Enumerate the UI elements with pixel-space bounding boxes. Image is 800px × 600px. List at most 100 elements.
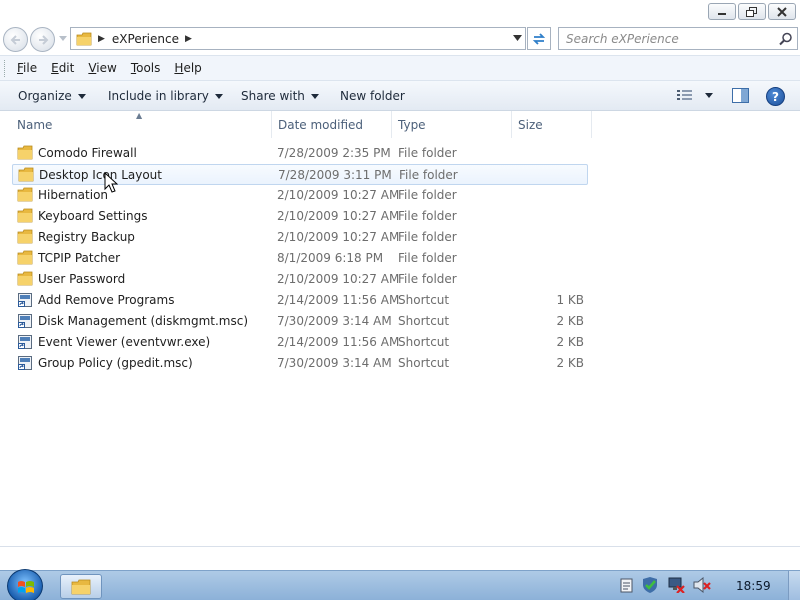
help-icon[interactable]: ? xyxy=(766,87,785,106)
file-name: Hibernation xyxy=(38,188,109,202)
column-header-name[interactable]: Name xyxy=(11,111,272,138)
menu-bar: File Edit View Tools Help xyxy=(0,55,800,81)
breadcrumb-current[interactable]: eXPerience xyxy=(112,32,179,46)
file-name: Desktop Icon Layout xyxy=(39,168,162,182)
preview-pane-icon[interactable] xyxy=(732,88,749,103)
file-type: File folder xyxy=(398,146,457,160)
show-desktop-button[interactable] xyxy=(788,571,800,600)
chevron-down-icon xyxy=(310,93,319,99)
file-row[interactable]: Hibernation 2/10/2009 10:27 AM File folder xyxy=(12,185,588,206)
file-row[interactable]: Event Viewer (eventvwr.exe) 2/14/2009 11:… xyxy=(12,332,588,353)
include-label: Include in library xyxy=(108,89,209,103)
folder-icon xyxy=(17,229,33,247)
menu-file[interactable]: File xyxy=(10,61,44,75)
folder-icon xyxy=(17,145,33,163)
menu-grip xyxy=(4,59,6,77)
notes-tray-icon[interactable] xyxy=(620,578,633,593)
file-row[interactable]: Add Remove Programs 2/14/2009 11:56 AM Sho… xyxy=(12,290,588,311)
address-bar[interactable]: ▶ eXPerience ▶ xyxy=(70,27,526,50)
search-box[interactable] xyxy=(558,27,798,50)
file-size: 2 KB xyxy=(556,335,584,349)
file-row[interactable]: TCPIP Patcher 8/1/2009 6:18 PM File folder xyxy=(12,248,588,269)
file-date-modified: 7/30/2009 3:14 AM xyxy=(277,356,392,370)
title-bar xyxy=(0,0,800,24)
menu-edit[interactable]: Edit xyxy=(44,61,81,75)
network-tray-icon[interactable] xyxy=(667,577,685,593)
minimize-button[interactable] xyxy=(708,3,736,20)
windows-logo-icon xyxy=(18,581,34,593)
column-header-size[interactable]: Size xyxy=(512,111,592,138)
explorer-icon xyxy=(71,579,91,594)
change-view-button[interactable] xyxy=(677,89,713,101)
file-type: Shortcut xyxy=(398,314,450,328)
restore-button[interactable] xyxy=(738,3,766,20)
file-type: File folder xyxy=(398,230,457,244)
file-date-modified: 2/14/2009 11:56 AM xyxy=(277,293,400,307)
command-bar: Organize Include in library Share with N… xyxy=(0,81,800,111)
file-date-modified: 2/10/2009 10:27 AM xyxy=(277,272,400,286)
new-folder-label: New folder xyxy=(340,89,405,103)
file-row[interactable]: Keyboard Settings 2/10/2009 10:27 AM File … xyxy=(12,206,588,227)
menu-help-label: elp xyxy=(183,61,202,75)
address-dropdown-icon[interactable] xyxy=(513,35,522,41)
file-row[interactable]: User Password 2/10/2009 10:27 AM File fold… xyxy=(12,269,588,290)
file-name: Event Viewer (eventvwr.exe) xyxy=(38,335,211,349)
organize-button[interactable]: Organize xyxy=(18,89,86,103)
folder-icon xyxy=(17,271,33,289)
column-headers: ▲ Name Date modified Type Size xyxy=(0,111,800,138)
menu-tools[interactable]: Tools xyxy=(124,61,168,75)
forward-arrow-icon xyxy=(38,34,48,45)
column-header-type[interactable]: Type xyxy=(392,111,512,138)
restore-icon xyxy=(746,6,757,17)
caption-buttons xyxy=(708,3,796,20)
file-type: Shortcut xyxy=(398,356,450,370)
close-button[interactable] xyxy=(768,3,796,20)
file-name: Registry Backup xyxy=(38,230,135,244)
close-icon xyxy=(777,6,787,17)
volume-muted-tray-icon[interactable] xyxy=(693,577,711,593)
file-size: 1 KB xyxy=(556,293,584,307)
search-icon[interactable] xyxy=(779,32,793,46)
breadcrumb-arrow-icon[interactable]: ▶ xyxy=(185,34,192,44)
recent-pages-dropdown-icon[interactable] xyxy=(59,36,67,41)
file-row[interactable]: Registry Backup 2/10/2009 10:27 AM File fo… xyxy=(12,227,588,248)
taskbar-clock[interactable]: 18:59 xyxy=(736,579,771,593)
column-header-date[interactable]: Date modified xyxy=(272,111,392,138)
menu-help[interactable]: Help xyxy=(167,61,208,75)
file-row[interactable]: Disk Management (diskmgmt.msc) 7/30/2009 … xyxy=(12,311,588,332)
refresh-icon xyxy=(532,32,546,45)
file-name: Add Remove Programs xyxy=(38,293,175,307)
breadcrumb-arrow-icon[interactable]: ▶ xyxy=(98,34,105,44)
file-size: 2 KB xyxy=(556,356,584,370)
taskbar-explorer-button[interactable] xyxy=(60,574,102,599)
shortcut-icon xyxy=(17,313,33,332)
menu-view[interactable]: View xyxy=(81,61,123,75)
file-type: Shortcut xyxy=(398,335,450,349)
folder-icon xyxy=(17,250,33,268)
menu-file-label: ile xyxy=(23,61,38,75)
forward-button[interactable] xyxy=(30,27,55,52)
share-with-button[interactable]: Share with xyxy=(241,89,319,103)
file-row[interactable]: Group Policy (gpedit.msc) 7/30/2009 3:14 … xyxy=(12,353,588,374)
file-date-modified: 2/10/2009 10:27 AM xyxy=(277,209,400,223)
menu-edit-label: dit xyxy=(58,61,75,75)
chevron-down-icon[interactable] xyxy=(705,92,713,98)
refresh-button[interactable] xyxy=(527,27,551,50)
file-type: File folder xyxy=(398,188,457,202)
file-type: File folder xyxy=(399,168,458,182)
file-row[interactable]: Desktop Icon Layout 7/28/2009 3:11 PM File… xyxy=(12,164,588,185)
folder-icon xyxy=(18,167,34,185)
file-name: User Password xyxy=(38,272,126,286)
file-row[interactable]: Comodo Firewall 7/28/2009 2:35 PM File fol… xyxy=(12,143,588,164)
back-arrow-icon xyxy=(10,34,20,45)
start-button[interactable] xyxy=(7,569,43,600)
search-input[interactable] xyxy=(566,31,766,46)
system-tray xyxy=(620,577,711,593)
security-shield-tray-icon[interactable] xyxy=(641,577,659,593)
menu-tools-label: ools xyxy=(136,61,161,75)
include-in-library-button[interactable]: Include in library xyxy=(108,89,223,103)
details-view-icon xyxy=(677,90,692,100)
new-folder-button[interactable]: New folder xyxy=(340,89,405,103)
minimize-icon xyxy=(718,12,726,15)
back-button[interactable] xyxy=(3,27,28,52)
